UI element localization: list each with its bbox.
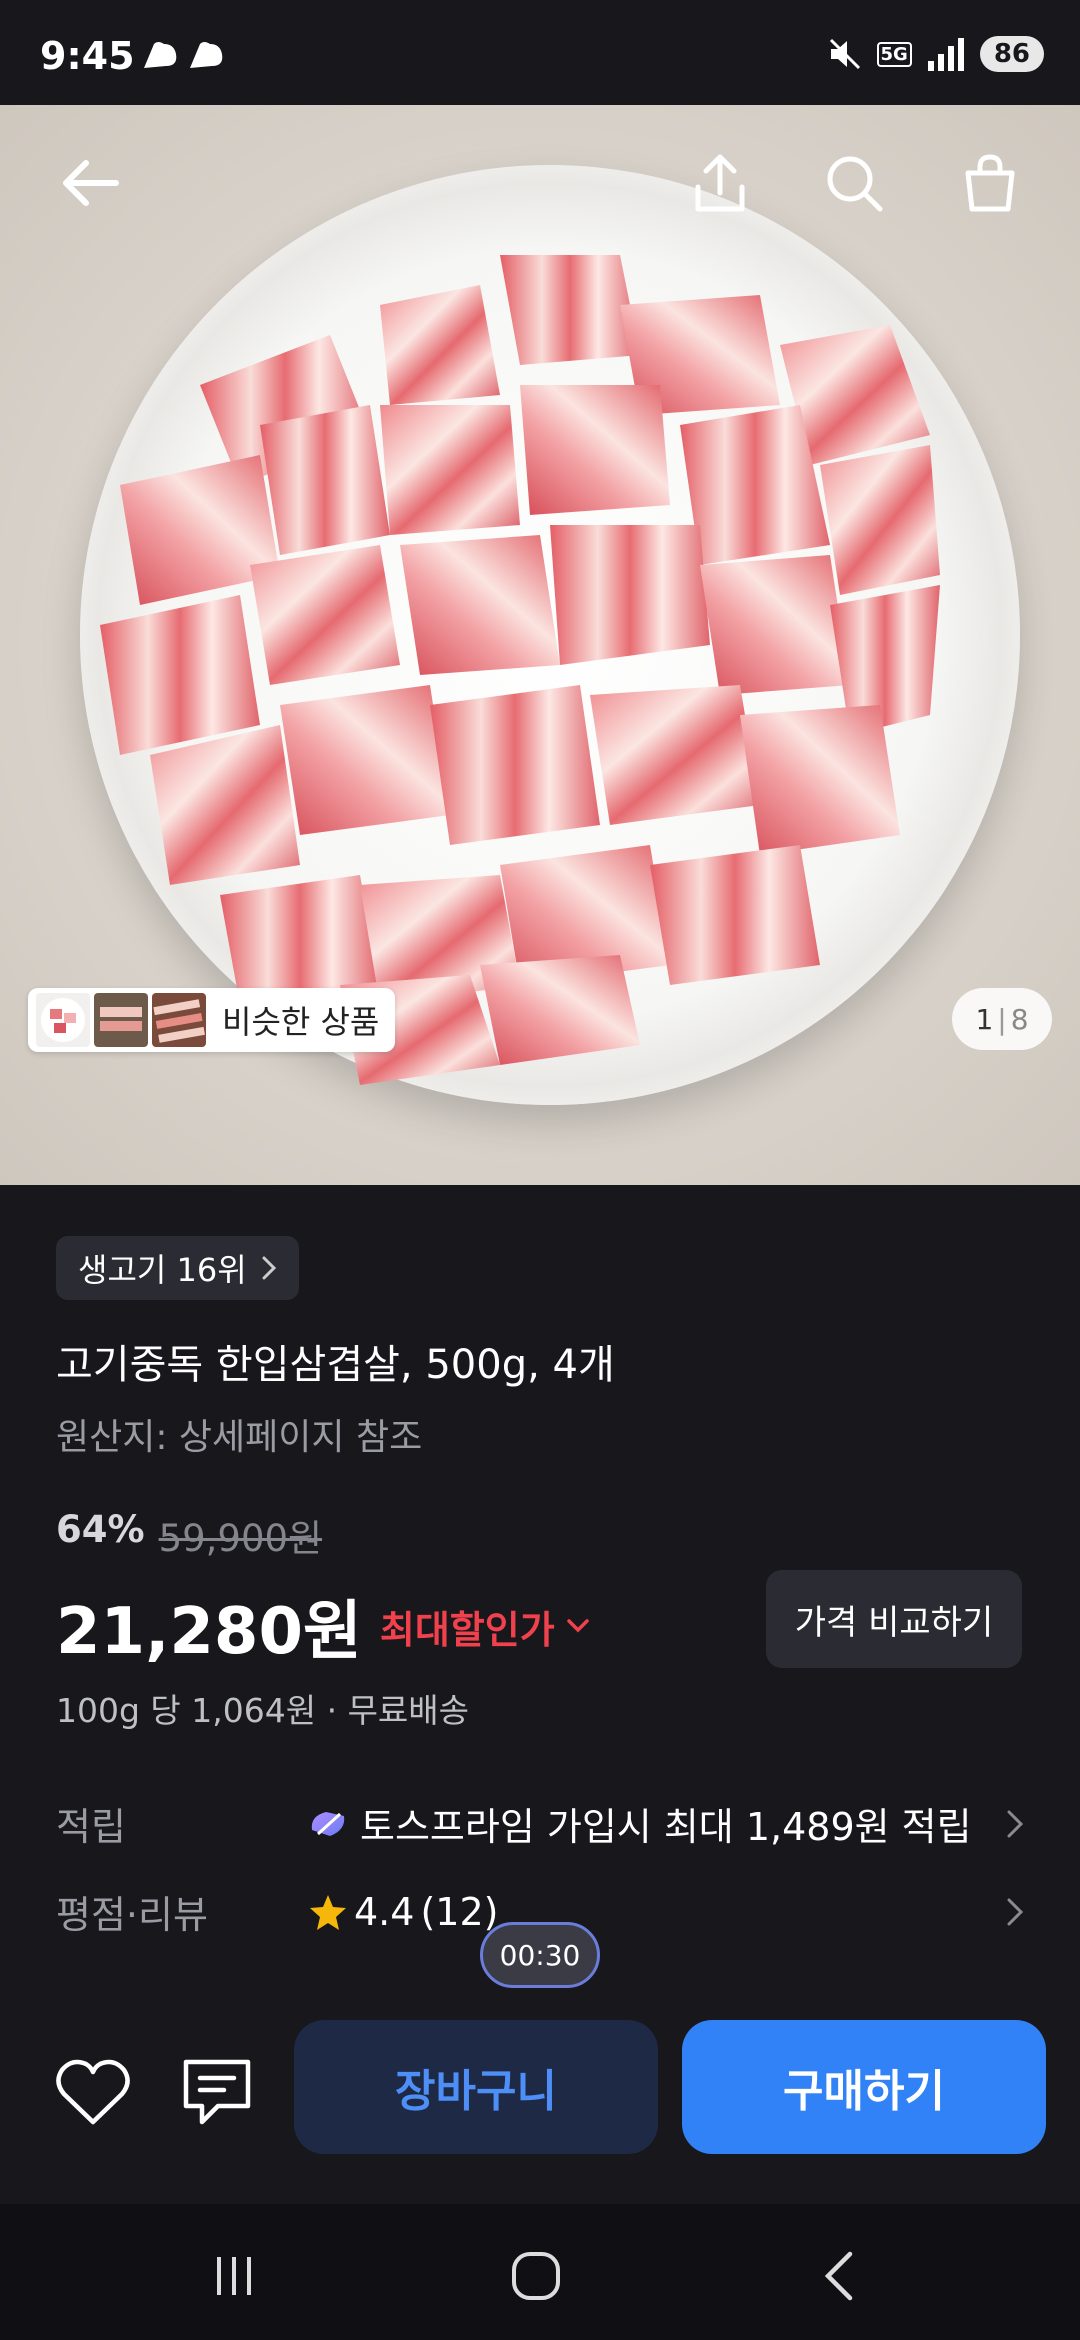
timer-badge: 00:30	[480, 1922, 600, 1988]
home-icon	[512, 2252, 560, 2300]
wishlist-button[interactable]	[48, 2048, 138, 2138]
points-key: 적립	[56, 1805, 126, 1849]
search-button[interactable]	[814, 143, 894, 223]
network-label: 5G	[876, 41, 912, 67]
product-title: 고기중독 한입삼겹살, 500g, 4개	[56, 1342, 615, 1388]
compare-price-button[interactable]: 가격 비교하기	[766, 1570, 1022, 1668]
pager-current: 1	[975, 1002, 994, 1036]
product-image[interactable]: 비슷한 상품 1 | 8	[0, 105, 1080, 1185]
recent-apps-button[interactable]	[194, 2236, 274, 2316]
rating-key: 평점·리뷰	[56, 1893, 208, 1937]
pager-total: 8	[1010, 1002, 1029, 1036]
discount-row: 64% 59,900원	[56, 1508, 322, 1562]
back-button[interactable]	[50, 143, 130, 223]
buy-now-button[interactable]: 구매하기	[682, 2020, 1046, 2154]
chevron-right-icon	[262, 1256, 276, 1280]
ranking-label: 생고기 16위	[78, 1251, 247, 1289]
rating-value: 4.4	[354, 1889, 415, 1934]
inquiry-button[interactable]	[172, 2048, 262, 2138]
review-count: (12)	[420, 1889, 499, 1934]
chevron-down-icon[interactable]	[565, 1617, 591, 1635]
original-price: 59,900원	[158, 1517, 323, 1560]
toss-prime-icon	[311, 1811, 345, 1836]
similar-thumbnail	[152, 993, 206, 1047]
chat-icon	[183, 2059, 251, 2125]
recent-apps-icon	[217, 2257, 251, 2295]
sale-price: 21,280원	[56, 1595, 362, 1669]
star-icon	[310, 1894, 346, 1930]
search-icon	[827, 156, 883, 212]
chevron-right-icon	[1007, 1898, 1024, 1925]
similar-thumbnail	[36, 993, 90, 1047]
similar-products-label: 비슷한 상품	[222, 1003, 380, 1041]
product-origin: 원산지: 상세페이지 참조	[56, 1417, 423, 1458]
home-button[interactable]	[496, 2236, 576, 2316]
back-chevron-icon	[824, 2251, 853, 2301]
cart-button[interactable]	[950, 143, 1030, 223]
points-value: 토스프라임 가입시 최대 1,489원 적립	[360, 1805, 972, 1849]
add-to-cart-button[interactable]: 장바구니	[294, 2020, 658, 2154]
chevron-right-icon	[1007, 1810, 1024, 1837]
shopping-bag-icon	[965, 154, 1015, 212]
max-discount-button[interactable]: 최대할인가	[380, 1599, 555, 1654]
notification-icon	[144, 42, 177, 68]
heart-icon	[56, 2059, 130, 2125]
points-row[interactable]: 적립 토스프라임 가입시 최대 1,489원 적립	[56, 1796, 1024, 1851]
pager-separator: |	[997, 1002, 1007, 1036]
arrow-left-icon	[63, 160, 119, 206]
notification-icon	[190, 42, 223, 68]
signal-icon	[927, 38, 964, 71]
ranking-chip[interactable]: 생고기 16위	[56, 1236, 299, 1300]
unit-price: 100g 당 1,064원 · 무료배송	[56, 1691, 470, 1730]
mute-icon	[829, 38, 860, 70]
share-icon	[695, 154, 745, 212]
status-indicators: 5G 86	[827, 36, 1044, 72]
discount-rate: 64%	[56, 1508, 145, 1551]
battery-level: 86	[979, 36, 1044, 72]
status-time: 9:45	[40, 34, 135, 78]
image-pager: 1 | 8	[952, 988, 1052, 1050]
similar-products-button[interactable]: 비슷한 상품	[28, 988, 396, 1052]
system-back-button[interactable]	[800, 2236, 880, 2316]
share-button[interactable]	[680, 143, 760, 223]
price-row: 21,280원 최대할인가	[56, 1580, 591, 1672]
status-bar: 9:45 5G 86	[0, 0, 1080, 105]
similar-thumbnail	[94, 993, 148, 1047]
